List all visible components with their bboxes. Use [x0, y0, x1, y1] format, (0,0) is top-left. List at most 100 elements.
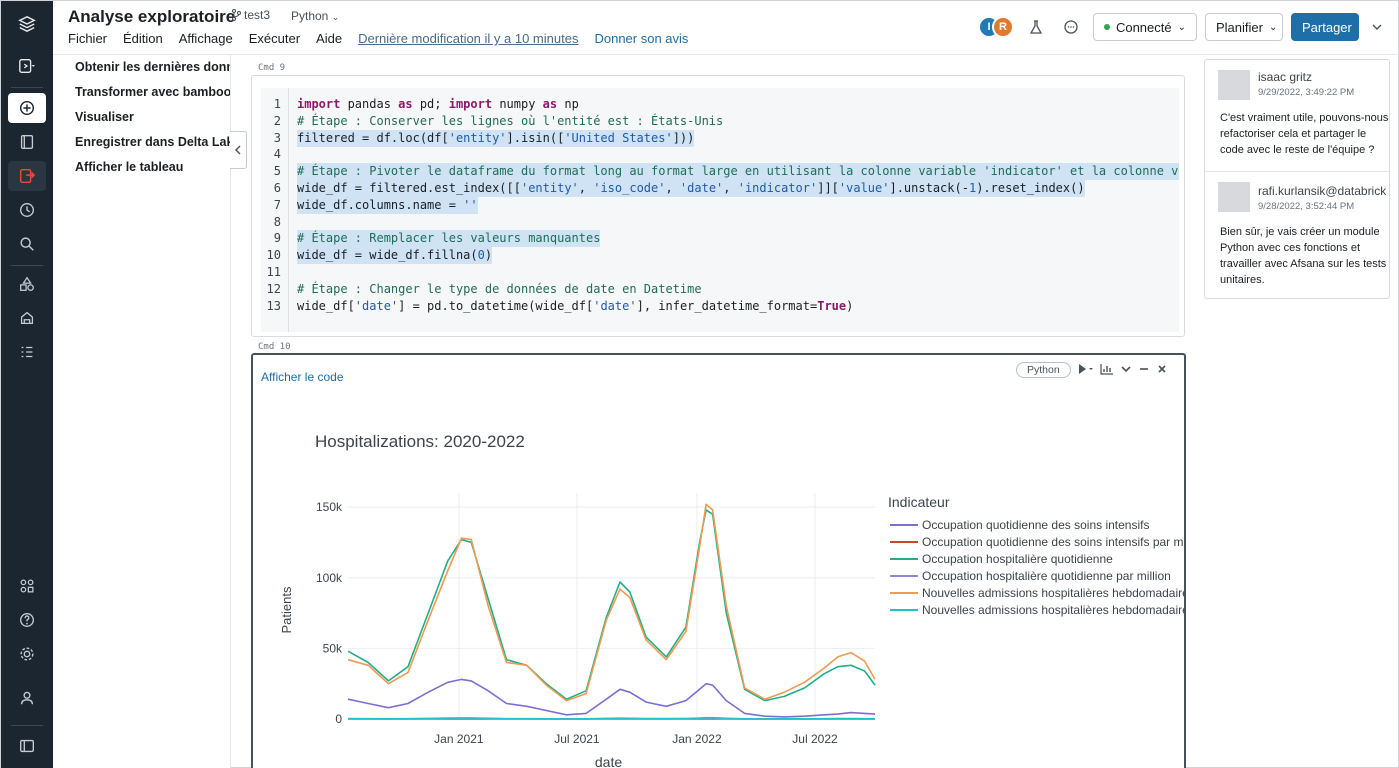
line-number: 11 — [266, 265, 281, 279]
x-tick-label: Jan 2022 — [672, 732, 722, 746]
legend-entry: Nouvelles admissions hospitalières hebdo… — [922, 603, 1184, 617]
create-icon[interactable] — [8, 93, 46, 123]
share-button[interactable]: Partager — [1291, 13, 1359, 41]
avatar — [1218, 70, 1250, 100]
output-cell[interactable]: Afficher le code Python Hospitalizations… — [251, 353, 1186, 768]
help-icon[interactable] — [8, 605, 46, 635]
toc-item[interactable]: Visualiser — [75, 110, 134, 124]
code-editor[interactable]: 1 import pandas as pd; import numpy as np… — [261, 88, 1179, 332]
code-line[interactable]: 2 # Étape : Conserver les lignes où l'ent… — [261, 113, 1179, 130]
comment-timestamp: 9/28/2022, 3:52:44 PM — [1258, 201, 1355, 212]
language-label: Python — [291, 9, 329, 23]
legend-title: Indicateur — [888, 494, 950, 510]
language-selector[interactable]: Python ⌄ — [286, 7, 344, 25]
code-text: wide_df.columns.name = '' — [297, 196, 478, 214]
cell-label: Cmd 9 — [258, 63, 286, 73]
collaborator-avatars[interactable]: I R — [978, 16, 1018, 38]
settings-gear-icon[interactable] — [8, 639, 46, 669]
code-line[interactable]: 6 wide_df = filtered.est_index([['entity'… — [261, 180, 1179, 197]
partner-connect-icon[interactable] — [8, 571, 46, 601]
line-number: 2 — [273, 113, 281, 128]
code-text: # Étape : Remplacer les valeurs manquant… — [297, 230, 601, 248]
code-line[interactable]: 9 # Étape : Remplacer les valeurs manquan… — [261, 230, 1179, 248]
collapse-sidebar-icon[interactable] — [8, 731, 46, 761]
legend-entry: Occupation hospitalière quotidienne par … — [922, 569, 1171, 583]
line-number: 9 — [273, 231, 281, 246]
series-line — [347, 678, 876, 718]
menu-bar: Fichier Édition Affichage Exécuter Aide … — [68, 31, 704, 46]
series-line — [347, 509, 876, 702]
feedback-link[interactable]: Donner son avis — [594, 31, 688, 46]
hospitalizations-chart: Hospitalizations: 2020-2022 0 50k 100k 150k J… — [279, 432, 1184, 768]
code-line[interactable]: 11 — [261, 264, 1179, 281]
search-icon[interactable] — [8, 229, 46, 259]
rail-divider — [11, 725, 43, 726]
status-dot-icon — [1104, 24, 1110, 30]
x-axis-label: date — [595, 754, 622, 768]
code-line[interactable]: 12 # Étape : Changer le type de données d… — [261, 281, 1179, 298]
line-number: 8 — [273, 214, 281, 229]
experiment-flask-icon[interactable] — [1026, 17, 1046, 37]
chevron-down-icon: ⌄ — [331, 12, 340, 22]
comments-icon[interactable] — [1061, 17, 1081, 37]
code-line[interactable]: 1 import pandas as pd; import numpy as np — [261, 96, 1179, 113]
header-expand-chevron-icon[interactable] — [1367, 17, 1387, 37]
notebook-header: Analyse exploratoire test3 Python ⌄ Fich… — [53, 1, 1398, 55]
menu-file[interactable]: Fichier — [68, 31, 107, 46]
line-number: 5 — [273, 164, 281, 179]
code-line[interactable]: 10 wide_df = wide_df.fillna(0) — [261, 247, 1179, 265]
git-branch-indicator[interactable]: test3 — [231, 8, 270, 22]
toc-item[interactable]: Transformer avec bamboolib — [75, 85, 230, 99]
table-of-contents: Obtenir les dernières données Transforme… — [53, 55, 231, 768]
toc-item[interactable]: Obtenir les dernières données — [75, 60, 230, 74]
code-line[interactable]: 7 wide_df.columns.name = '' — [261, 196, 1179, 214]
menu-run[interactable]: Exécuter — [249, 31, 300, 46]
code-text: import pandas as pd; import numpy as np — [297, 97, 579, 111]
legend-entry: Occupation hospitalière quotidienne — [922, 552, 1113, 566]
notebook-title[interactable]: Analyse exploratoire — [68, 7, 235, 27]
line-number: 13 — [266, 298, 281, 313]
workspace-switcher-icon[interactable] — [8, 51, 46, 81]
avatar — [1218, 182, 1250, 212]
line-number: 7 — [273, 197, 281, 212]
line-number: 10 — [266, 248, 281, 263]
menu-help[interactable]: Aide — [316, 31, 342, 46]
toc-item[interactable]: Enregistrer dans Delta Lake — [75, 135, 230, 149]
menu-edit[interactable]: Édition — [123, 31, 163, 46]
cluster-connect-button[interactable]: Connecté ⌄ — [1093, 13, 1197, 41]
avatar: R — [992, 16, 1014, 38]
menu-view[interactable]: Affichage — [179, 31, 233, 46]
data-shapes-icon[interactable] — [8, 269, 46, 299]
code-text: filtered = df.loc(df['entity'].isin(['Un… — [297, 129, 695, 147]
chevron-down-icon: ⌄ — [1268, 21, 1278, 33]
code-line[interactable]: 4 — [261, 146, 1179, 163]
databricks-logo-icon[interactable] — [8, 9, 46, 39]
branch-icon — [232, 9, 241, 21]
collapse-toc-button[interactable] — [230, 131, 247, 169]
user-account-icon[interactable] — [8, 683, 46, 713]
code-line[interactable]: 3 filtered = df.loc(df['entity'].isin(['U… — [261, 129, 1179, 147]
last-modified-link[interactable]: Dernière modification il y a 10 minutes — [358, 31, 578, 46]
toc-item[interactable]: Afficher le tableau — [75, 160, 183, 174]
workspace-icon[interactable] — [8, 127, 46, 157]
recents-clock-icon[interactable] — [8, 195, 46, 225]
schedule-button[interactable]: Planifier ⌄ — [1205, 13, 1283, 41]
code-cell[interactable]: 1 import pandas as pd; import numpy as np… — [251, 75, 1185, 337]
code-line[interactable]: 5 # Étape : Pivoter le dataframe du forma… — [261, 163, 1179, 181]
chevron-left-icon — [235, 145, 241, 155]
legend-entry: Nouvelles admissions hospitalières hebdo… — [922, 586, 1184, 600]
code-line[interactable]: 13 wide_df['date'] = pd.to_datetime(wide_… — [261, 298, 1179, 315]
x-tick-label: Jul 2021 — [554, 732, 600, 746]
code-text: wide_df = wide_df.fillna(0) — [297, 247, 493, 265]
y-tick-label: 0 — [335, 712, 342, 726]
comment-body: Bien sûr, je vais créer un module Python… — [1220, 226, 1387, 286]
chevron-down-icon: ⌄ — [1177, 21, 1186, 33]
compute-icon[interactable] — [8, 303, 46, 333]
share-label: Partager — [1302, 19, 1352, 35]
code-line[interactable]: 8 — [261, 214, 1179, 231]
comment-timestamp: 9/29/2022, 3:49:22 PM — [1258, 87, 1355, 98]
repos-icon[interactable] — [8, 161, 46, 191]
comment-body: C'est vraiment utile, pouvons-nous refac… — [1220, 112, 1389, 156]
workflows-list-icon[interactable] — [8, 337, 46, 367]
line-number: 6 — [273, 181, 281, 195]
